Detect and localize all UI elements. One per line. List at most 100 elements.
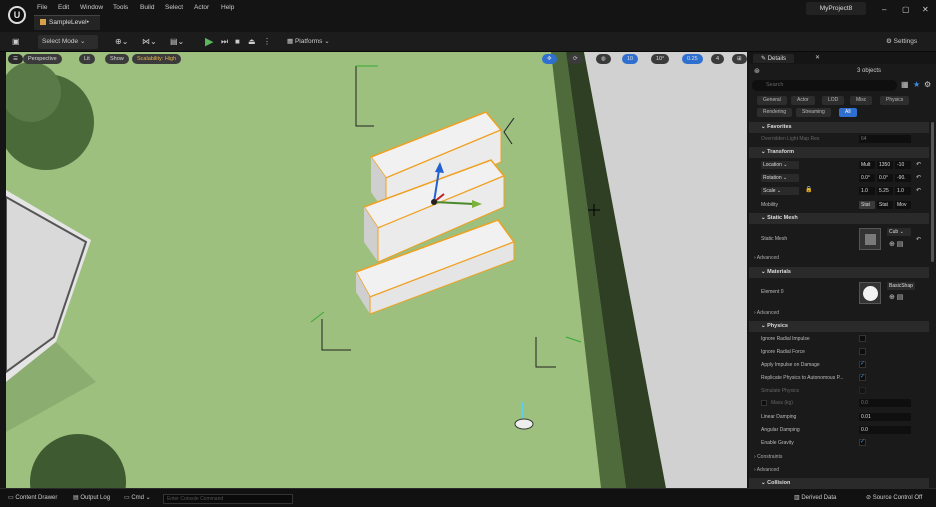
world-space-icon[interactable]: ◍ (596, 54, 611, 64)
scale-x[interactable]: 1.0 (859, 187, 875, 195)
scale-y[interactable]: 5.25 (877, 187, 893, 195)
angular-damping-field[interactable]: 0.0 (859, 426, 911, 434)
reset-icon[interactable]: ↶ (916, 187, 921, 194)
filter-rendering[interactable]: Rendering (757, 108, 793, 117)
menu-actor[interactable]: Actor (194, 4, 209, 11)
maximize-viewport-icon[interactable]: ⊞ (732, 54, 747, 64)
rotation-y[interactable]: 0.0° (877, 174, 893, 182)
filter-misc[interactable]: Misc (850, 96, 873, 105)
section-transform[interactable]: ⌄ Transform (749, 147, 929, 158)
menu-window[interactable]: Window (80, 4, 103, 11)
menu-tools[interactable]: Tools (113, 4, 128, 11)
physics-advanced[interactable]: › Advanced (754, 467, 779, 473)
close-icon[interactable]: ✕ (922, 5, 929, 14)
derived-data-button[interactable]: ▥ Derived Data (794, 494, 836, 501)
menu-file[interactable]: File (37, 4, 47, 11)
level-viewport[interactable]: ☰ Perspective Lit Show Scalability: High… (6, 52, 747, 488)
filter-general[interactable]: General (757, 96, 787, 105)
blueprint-icon[interactable]: ⋈⌄ (142, 35, 157, 49)
console-command-input[interactable]: Enter Console Command (163, 494, 293, 504)
eject-icon[interactable]: ⏏ (248, 35, 256, 49)
show-button[interactable]: Show (105, 54, 129, 64)
unreal-logo-icon[interactable]: U (8, 6, 26, 24)
filter-physics[interactable]: Physics (880, 96, 910, 105)
location-x[interactable]: Mult (859, 161, 875, 169)
menu-edit[interactable]: Edit (58, 4, 69, 11)
filter-lod[interactable]: LOD (822, 96, 845, 105)
rotation-dropdown[interactable]: Rotation ⌄ (761, 174, 799, 182)
maximize-icon[interactable]: ▢ (902, 5, 910, 14)
mobility-static[interactable]: Stat (859, 201, 875, 209)
minimize-icon[interactable]: – (882, 5, 886, 14)
material-dropdown[interactable]: BasicShap (887, 282, 915, 290)
mesh-thumbnail[interactable] (859, 228, 881, 250)
menu-select[interactable]: Select (165, 4, 183, 11)
materials-advanced[interactable]: › Advanced (754, 310, 779, 316)
source-control-button[interactable]: ⊘ Source Control Off (866, 494, 922, 501)
location-z[interactable]: -10 (895, 161, 911, 169)
play-icon[interactable]: ▶ (205, 35, 213, 48)
section-materials[interactable]: ⌄ Materials (749, 267, 929, 278)
menu-build[interactable]: Build (140, 4, 154, 11)
cinematics-icon[interactable]: ▤⌄ (170, 35, 184, 49)
camera-speed-button[interactable]: 4 (711, 54, 725, 64)
lit-button[interactable]: Lit (79, 54, 95, 64)
details-scrollbar[interactable] (931, 122, 934, 262)
rotation-x[interactable]: 0.0° (859, 174, 875, 182)
browse-icon[interactable]: ⊕ ▤ (889, 293, 903, 301)
close-tab-icon[interactable]: ✕ (815, 54, 820, 61)
cmd-dropdown[interactable]: ▭ Cmd ⌄ (124, 494, 151, 501)
menu-help[interactable]: Help (221, 4, 234, 11)
table-view-icon[interactable]: ▦ (901, 80, 909, 89)
add-actor-icon[interactable]: ⊕⌄ (115, 35, 128, 49)
level-tab[interactable]: SampleLevel• (34, 15, 100, 30)
mass-override-checkbox[interactable] (761, 400, 767, 406)
scale-dropdown[interactable]: Scale ⌄ (761, 187, 799, 195)
static-mesh-dropdown[interactable]: Cub ⌄ (887, 228, 911, 236)
lock-icon[interactable]: 🔒 (805, 186, 812, 193)
lightmap-res-field[interactable]: 64 (859, 135, 911, 143)
mass-field[interactable]: 0.0 (859, 399, 911, 407)
stop-icon[interactable]: ■ (235, 35, 240, 49)
reset-icon[interactable]: ↶ (916, 236, 921, 243)
ignore-radial-impulse-checkbox[interactable] (859, 335, 866, 342)
reset-icon[interactable]: ↶ (916, 174, 921, 181)
scale-z[interactable]: 1.0 (895, 187, 911, 195)
mobility-stationary[interactable]: Stat (877, 201, 893, 209)
perspective-button[interactable]: Perspective (23, 54, 62, 64)
reset-icon[interactable]: ↶ (916, 161, 921, 168)
filter-actor[interactable]: Actor (791, 96, 815, 105)
section-favorites[interactable]: ⌄ Favorites (749, 122, 929, 133)
location-y[interactable]: 1350 (877, 161, 893, 169)
section-physics[interactable]: ⌄ Physics (749, 321, 929, 332)
browse-icon[interactable]: ⊕ ▤ (889, 240, 903, 248)
apply-impulse-checkbox[interactable]: ✓ (859, 361, 866, 368)
details-search-input[interactable]: Search (752, 80, 897, 91)
viewport-menu-icon[interactable]: ☰ (8, 54, 23, 64)
select-mode-button[interactable]: Select Mode ⌄ (38, 35, 98, 49)
linear-damping-field[interactable]: 0.01 (859, 413, 911, 421)
filter-all[interactable]: All (839, 108, 857, 117)
scale-snap-button[interactable]: 0.25 (682, 54, 703, 64)
save-icon[interactable]: ▣ (12, 35, 20, 49)
simulate-physics-checkbox[interactable] (859, 387, 866, 394)
rotation-z[interactable]: -90. (895, 174, 911, 182)
output-log-button[interactable]: ▤ Output Log (73, 494, 110, 501)
angle-snap-button[interactable]: 10° (651, 54, 670, 64)
settings-button[interactable]: ⚙ Settings (886, 35, 917, 49)
details-tab[interactable]: ✎ Details (753, 54, 795, 63)
scalability-button[interactable]: Scalability: High (132, 54, 182, 64)
select-tool-icon[interactable]: ✥ (542, 54, 557, 64)
step-icon[interactable]: ⏭ (221, 35, 228, 49)
physics-constraints[interactable]: › Constraints (754, 454, 782, 460)
replicate-physics-checkbox[interactable]: ✓ (859, 374, 866, 381)
section-static-mesh[interactable]: ⌄ Static Mesh (749, 213, 929, 224)
content-drawer-button[interactable]: ▭ Content Drawer (8, 494, 57, 501)
ignore-radial-force-checkbox[interactable] (859, 348, 866, 355)
location-dropdown[interactable]: Location ⌄ (761, 161, 799, 169)
filter-streaming[interactable]: Streaming (796, 108, 831, 117)
section-collision[interactable]: ⌄ Collision (749, 478, 929, 488)
platforms-button[interactable]: ▦ Platforms ⌄ (287, 35, 330, 49)
more-options-icon[interactable]: ⋮ (263, 35, 271, 49)
static-mesh-advanced[interactable]: › Advanced (754, 255, 779, 261)
